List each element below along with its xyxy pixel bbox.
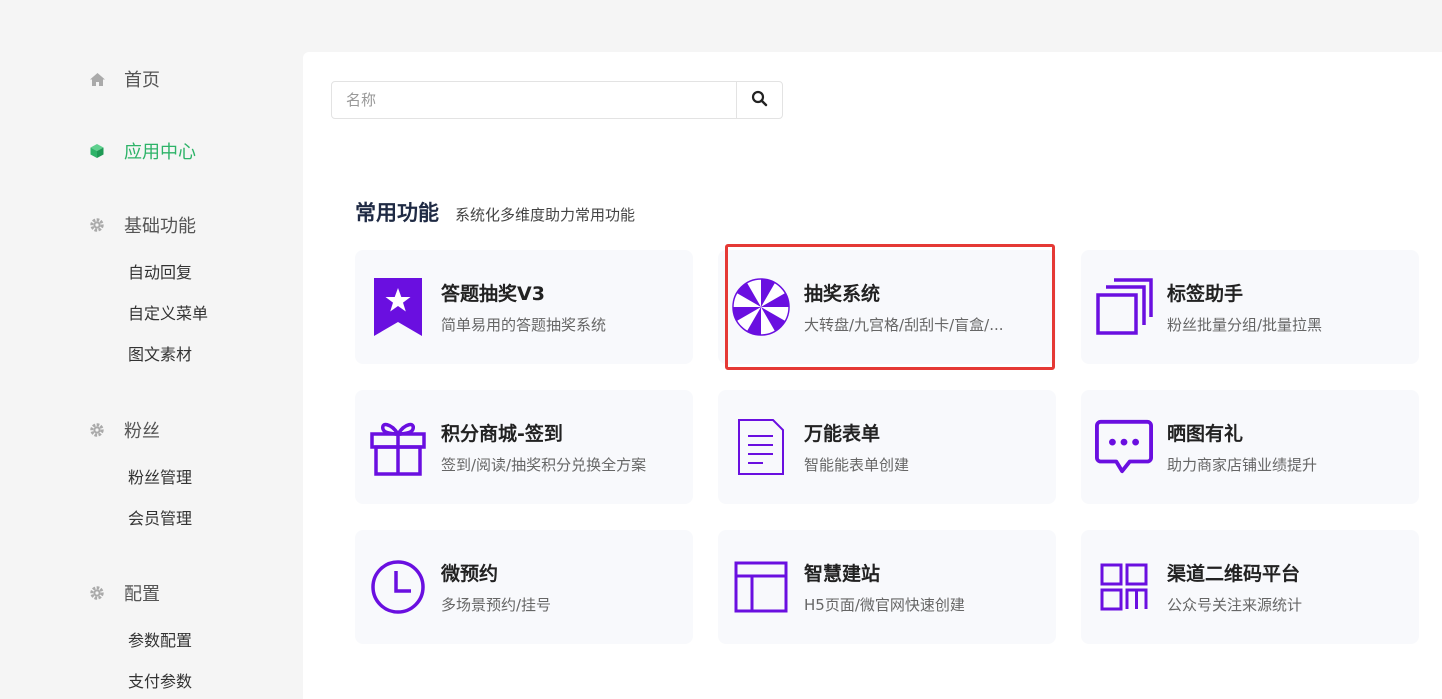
- clock-icon: [369, 558, 427, 616]
- card-desc: H5页面/微官网快速创建: [804, 596, 965, 614]
- sidebar-sub-fans-manage[interactable]: 粉丝管理: [128, 464, 192, 488]
- card-desc: 多场景预约/挂号: [441, 596, 552, 614]
- app-card-channel-qrcode[interactable]: 渠道二维码平台 公众号关注来源统计: [1081, 530, 1419, 644]
- card-title: 渠道二维码平台: [1167, 563, 1301, 585]
- sidebar-item-label: 配置: [124, 584, 160, 605]
- card-title: 抽奖系统: [804, 283, 881, 305]
- app-card-site-builder[interactable]: 智慧建站 H5页面/微官网快速创建: [718, 530, 1056, 644]
- home-icon: [88, 70, 106, 88]
- sidebar-item-label: 粉丝: [124, 421, 160, 442]
- sidebar-item-app-center[interactable]: 应用中心: [88, 138, 196, 164]
- app-card-universal-form[interactable]: 万能表单 智能能表单创建: [718, 390, 1056, 504]
- sidebar-sub-params[interactable]: 参数配置: [128, 627, 192, 651]
- layout-icon: [732, 558, 790, 616]
- section-title: 常用功能: [355, 201, 439, 225]
- sidebar-item-label: 应用中心: [124, 142, 196, 163]
- card-desc: 公众号关注来源统计: [1167, 596, 1303, 614]
- app-card-points-mall[interactable]: 积分商城-签到 签到/阅读/抽奖积分兑换全方案: [355, 390, 693, 504]
- sidebar-sub-member-manage[interactable]: 会员管理: [128, 505, 192, 529]
- sidebar-sub-media[interactable]: 图文素材: [128, 341, 192, 365]
- card-title: 智慧建站: [804, 563, 881, 585]
- grid-icon: [1095, 558, 1153, 616]
- card-title: 微预约: [441, 563, 499, 585]
- ribbon-star-icon: [369, 278, 427, 336]
- sidebar-item-config[interactable]: 配置: [88, 580, 160, 606]
- sidebar-item-home[interactable]: 首页: [88, 66, 160, 92]
- search-input[interactable]: [332, 82, 736, 118]
- cube-icon: [88, 142, 106, 160]
- app-card-quiz-lottery[interactable]: 答题抽奖V3 简单易用的答题抽奖系统: [355, 250, 693, 364]
- card-desc: 助力商家店铺业绩提升: [1167, 456, 1318, 474]
- card-desc: 签到/阅读/抽奖积分兑换全方案: [441, 456, 647, 474]
- card-title: 标签助手: [1167, 283, 1244, 305]
- document-icon: [732, 418, 790, 476]
- card-title: 答题抽奖V3: [441, 283, 545, 305]
- card-desc: 智能能表单创建: [804, 456, 910, 474]
- sidebar-item-label: 首页: [124, 70, 160, 91]
- sidebar-sub-payment[interactable]: 支付参数: [128, 668, 192, 692]
- gear-icon: [88, 216, 106, 234]
- card-desc: 大转盘/九宫格/刮刮卡/盲盒/...: [804, 316, 1004, 334]
- sidebar-item-fans[interactable]: 粉丝: [88, 417, 160, 443]
- search-icon: [751, 90, 768, 111]
- card-title: 晒图有礼: [1167, 423, 1244, 445]
- gear-icon: [88, 421, 106, 439]
- card-title: 积分商城-签到: [441, 423, 563, 445]
- section-subtitle: 系统化多维度助力常用功能: [455, 206, 636, 224]
- chat-bubble-icon: [1095, 418, 1153, 476]
- main-panel: 常用功能 系统化多维度助力常用功能 答题抽奖V3 简单易用的答题抽奖系统: [303, 52, 1442, 699]
- app-card-photo-gift[interactable]: 晒图有礼 助力商家店铺业绩提升: [1081, 390, 1419, 504]
- search-button[interactable]: [736, 82, 782, 118]
- search-box: [331, 81, 783, 119]
- app-card-reservation[interactable]: 微预约 多场景预约/挂号: [355, 530, 693, 644]
- sidebar-item-basic[interactable]: 基础功能: [88, 212, 196, 238]
- gear-icon: [88, 584, 106, 602]
- sidebar-sub-custom-menu[interactable]: 自定义菜单: [128, 300, 208, 324]
- app-card-lottery-system[interactable]: 抽奖系统 大转盘/九宫格/刮刮卡/盲盒/...: [718, 250, 1056, 364]
- gift-icon: [369, 418, 427, 476]
- sidebar: 首页 应用中心 基础功能 自动回复 自定义菜单 图文素材 粉丝 粉丝管理 会员管…: [0, 0, 303, 699]
- card-title: 万能表单: [804, 423, 881, 445]
- sidebar-sub-auto-reply[interactable]: 自动回复: [128, 259, 192, 283]
- wheel-icon: [732, 278, 790, 336]
- stacked-squares-icon: [1095, 278, 1153, 336]
- card-desc: 粉丝批量分组/批量拉黑: [1167, 316, 1323, 334]
- sidebar-item-label: 基础功能: [124, 216, 196, 237]
- section-header: 常用功能 系统化多维度助力常用功能: [355, 197, 635, 227]
- card-desc: 简单易用的答题抽奖系统: [441, 316, 607, 334]
- app-card-tag-helper[interactable]: 标签助手 粉丝批量分组/批量拉黑: [1081, 250, 1419, 364]
